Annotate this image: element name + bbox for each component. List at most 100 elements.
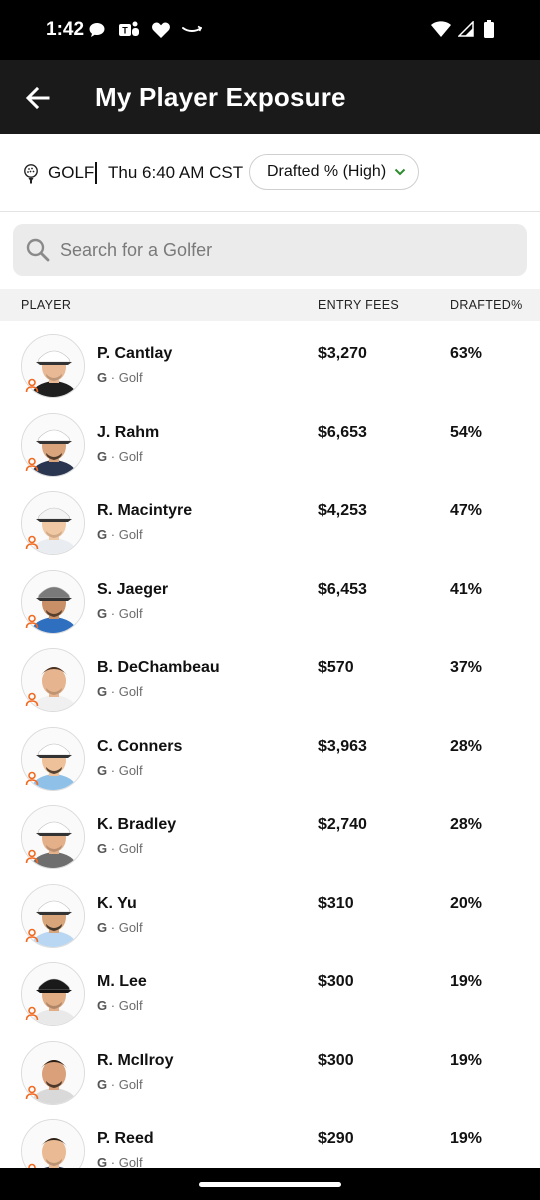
player-row[interactable]: C. Conners G · Golf $3,963 28% xyxy=(0,714,540,793)
separator: · xyxy=(110,684,116,699)
player-team: Golf xyxy=(118,684,143,699)
user-icon xyxy=(25,928,39,942)
system-nav-bar xyxy=(0,1168,540,1200)
drafted-percent-value: 28% xyxy=(450,816,483,833)
player-position: G · Golf xyxy=(97,763,143,778)
player-list: P. Cantlay G · Golf $3,270 63% J. Rahm G… xyxy=(0,321,540,1169)
drafted-percent-value: 47% xyxy=(450,502,483,519)
player-name: R. Macintyre xyxy=(97,502,193,519)
player-team: Golf xyxy=(118,605,143,621)
player-team: Golf xyxy=(118,762,143,778)
position-code: G xyxy=(97,919,108,935)
entry-fees-value: $3,270 xyxy=(318,345,367,362)
entry-fees-value: $4,253 xyxy=(318,502,367,519)
app-bar: My Player Exposure xyxy=(0,60,540,134)
player-position: G · Golf xyxy=(97,527,143,542)
player-position: G · Golf xyxy=(97,1077,143,1092)
separator: · xyxy=(110,370,116,385)
player-row[interactable]: P. Reed G · Golf $290 19% xyxy=(0,1106,540,1169)
player-team: Golf xyxy=(118,919,143,935)
position-code: G xyxy=(97,841,108,856)
filter-row: GOLF Thu 6:40 AM CST Drafted % (High) xyxy=(0,134,540,212)
player-team: Golf xyxy=(118,370,143,385)
player-name: J. Rahm xyxy=(97,423,160,441)
player-team: Golf xyxy=(118,1076,143,1092)
position-code: G xyxy=(97,998,108,1013)
svg-text:T: T xyxy=(123,26,129,36)
player-row[interactable]: S. Jaeger G · Golf $6,453 41% xyxy=(0,557,540,636)
player-name: M. Lee xyxy=(97,973,147,990)
player-name: K. Bradley xyxy=(97,816,177,833)
user-icon xyxy=(25,771,39,785)
drafted-percent-value: 37% xyxy=(450,659,483,676)
player-name: P. Reed xyxy=(97,1130,154,1147)
status-system-icons xyxy=(431,20,494,43)
divider xyxy=(95,162,97,184)
entry-fees-value: $570 xyxy=(318,659,354,676)
arrow-left-icon xyxy=(25,86,50,110)
drafted-percent-value: 54% xyxy=(450,423,483,441)
status-time: 1:42 xyxy=(46,19,85,40)
amazon-smile-icon xyxy=(181,23,203,42)
player-row[interactable]: K. Bradley G · Golf $2,740 28% xyxy=(0,792,540,871)
player-team: Golf xyxy=(118,1155,143,1169)
player-name: S. Jaeger xyxy=(97,580,169,598)
player-name: B. DeChambeau xyxy=(97,659,220,676)
separator: · xyxy=(110,1076,116,1092)
player-name: R. McIlroy xyxy=(97,1051,174,1069)
chevron-down-icon xyxy=(394,168,406,176)
separator: · xyxy=(110,448,116,464)
player-row[interactable]: R. Macintyre G · Golf $4,253 47% xyxy=(0,478,540,557)
player-row[interactable]: J. Rahm G · Golf $6,653 54% xyxy=(0,400,540,479)
status-bar: 1:42 T xyxy=(0,0,540,60)
entry-fees-value: $310 xyxy=(318,894,354,912)
player-position: G · Golf xyxy=(97,1155,143,1169)
entry-fees-value: $3,963 xyxy=(318,737,367,755)
drafted-percent-value: 20% xyxy=(450,894,483,912)
heart-icon xyxy=(151,21,171,44)
player-row[interactable]: R. McIlroy G · Golf $300 19% xyxy=(0,1028,540,1107)
player-team: Golf xyxy=(118,998,143,1013)
chat-bubble-icon xyxy=(88,21,106,44)
back-button[interactable] xyxy=(20,80,56,116)
sport-label: GOLF xyxy=(48,163,95,182)
player-position: G · Golf xyxy=(97,449,143,464)
player-row[interactable]: K. Yu G · Golf $310 20% xyxy=(0,871,540,950)
sort-label: Drafted % (High) xyxy=(267,163,387,180)
player-row[interactable]: B. DeChambeau G · Golf $570 37% xyxy=(0,635,540,714)
player-row[interactable]: P. Cantlay G · Golf $3,270 63% xyxy=(0,321,540,400)
position-code: G xyxy=(97,762,108,778)
player-team: Golf xyxy=(118,448,143,464)
position-code: G xyxy=(97,684,108,699)
entry-fees-value: $2,740 xyxy=(318,816,367,833)
player-position: G · Golf xyxy=(97,998,143,1013)
teams-icon: T xyxy=(118,20,140,45)
sort-dropdown[interactable]: Drafted % (High) xyxy=(249,154,419,190)
entry-fees-value: $300 xyxy=(318,973,354,990)
table-header: PLAYER ENTRY FEES DRAFTED% xyxy=(0,289,540,321)
entry-fees-value: $6,453 xyxy=(318,580,367,598)
home-gesture-handle[interactable] xyxy=(199,1182,341,1187)
position-code: G xyxy=(97,1155,108,1169)
drafted-percent-value: 28% xyxy=(450,737,483,755)
battery-icon xyxy=(484,20,494,43)
player-team: Golf xyxy=(118,841,143,856)
position-code: G xyxy=(97,527,108,542)
user-icon xyxy=(25,378,39,393)
player-name: P. Cantlay xyxy=(97,345,173,362)
column-header-player[interactable]: PLAYER xyxy=(21,298,71,312)
drafted-percent-value: 19% xyxy=(450,1130,483,1147)
search-box[interactable] xyxy=(13,224,527,276)
column-header-entry-fees[interactable]: ENTRY FEES xyxy=(318,298,399,312)
entry-fees-value: $290 xyxy=(318,1130,354,1147)
player-row[interactable]: M. Lee G · Golf $300 19% xyxy=(0,949,540,1028)
separator: · xyxy=(110,1155,116,1169)
column-header-drafted[interactable]: DRAFTED% xyxy=(450,298,523,312)
user-icon xyxy=(25,849,39,864)
user-icon xyxy=(25,1085,39,1099)
user-icon xyxy=(25,1006,39,1021)
player-position: G · Golf xyxy=(97,370,143,385)
search-input[interactable] xyxy=(60,224,510,276)
page-title: My Player Exposure xyxy=(95,82,346,112)
position-code: G xyxy=(97,605,108,621)
